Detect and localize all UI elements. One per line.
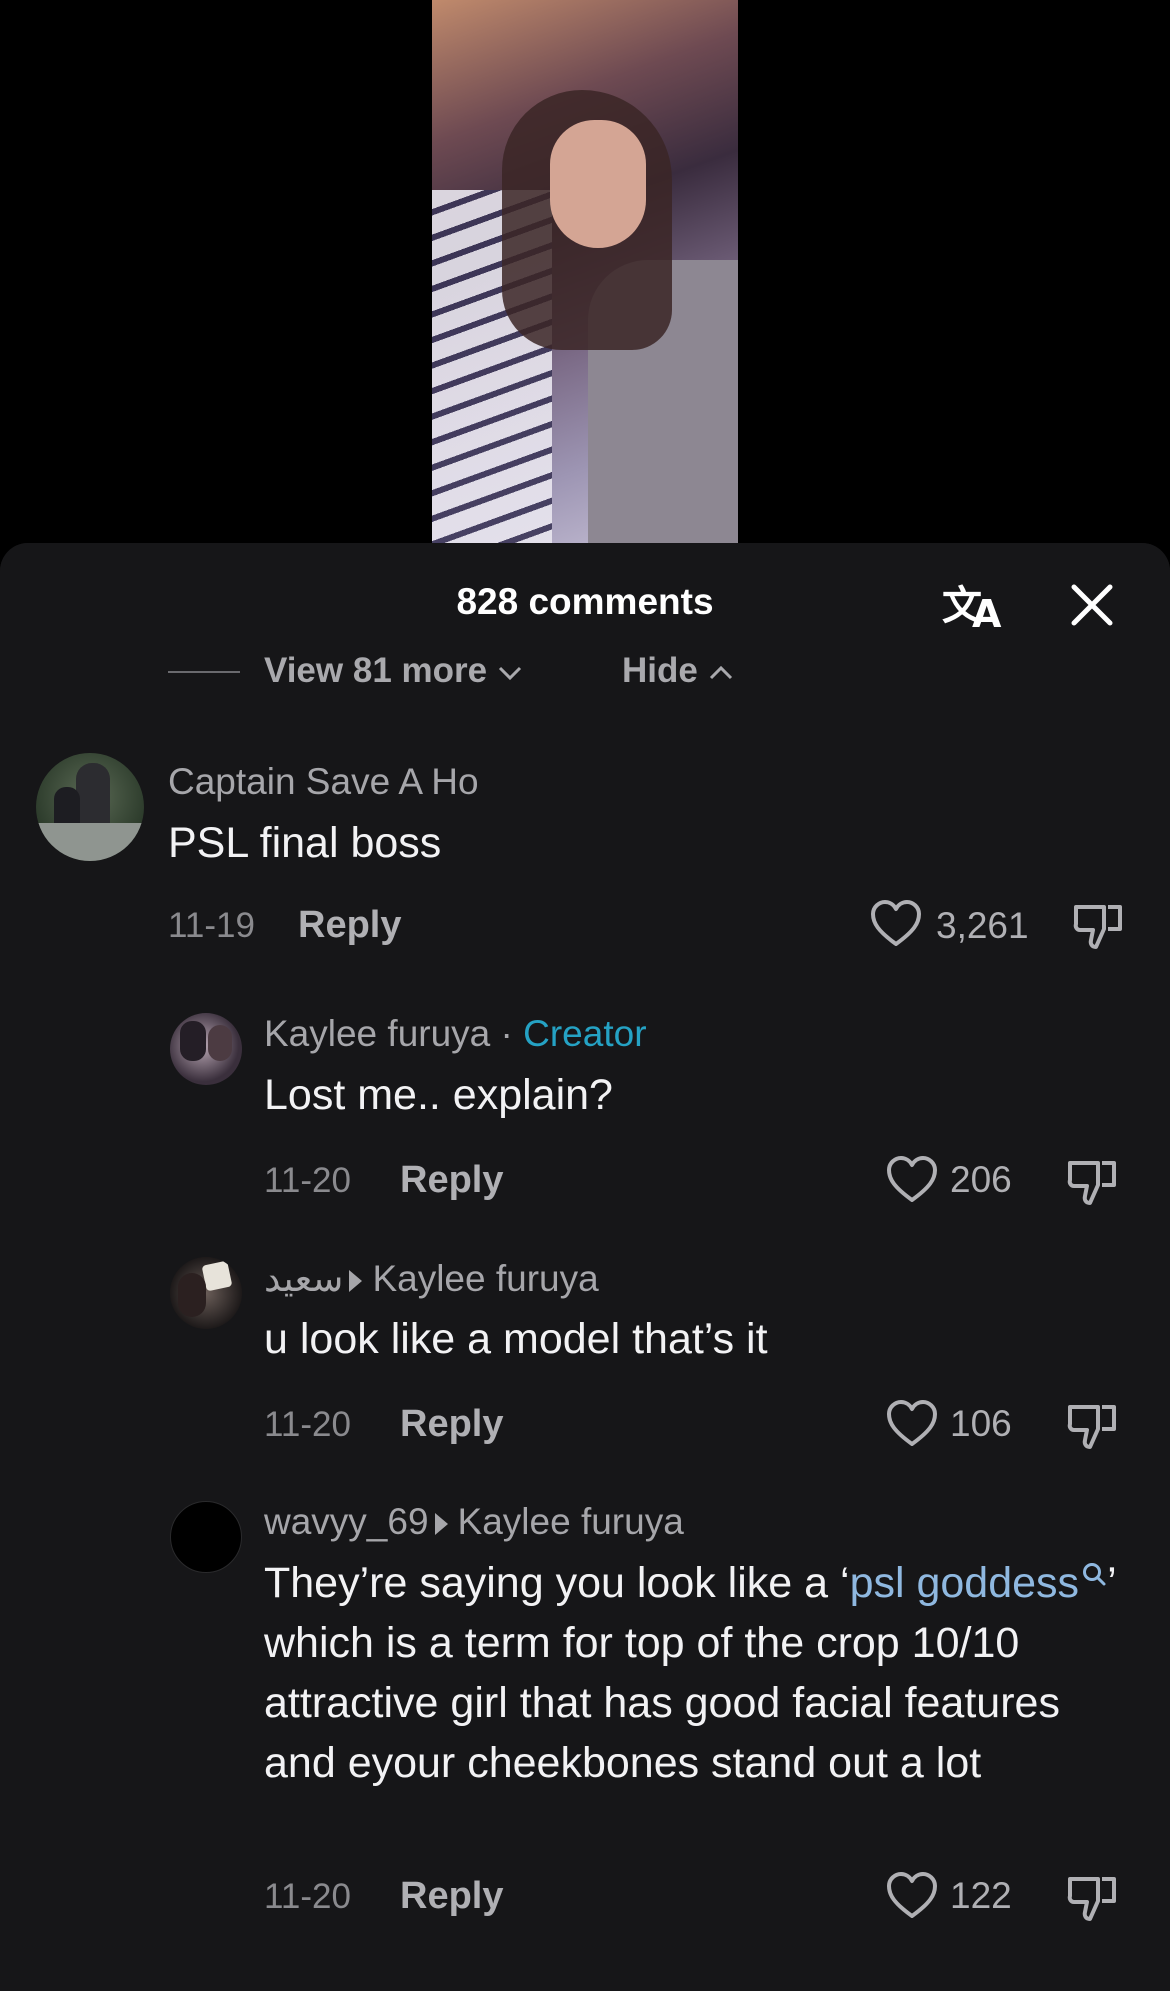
avatar[interactable] [170,1257,242,1329]
username-text: سعيد [264,1258,344,1299]
username-separator: · [490,1013,524,1054]
view-more-replies-button[interactable]: View 81 more [264,651,523,691]
search-icon [1081,1561,1107,1587]
reply-item: سعيد Kaylee furuya u look like a model th… [0,1257,1170,1449]
reply-item: wavyy_69 Kaylee furuya They’re saying you… [0,1501,1170,1961]
chevron-up-icon [708,664,734,682]
comment-date: 11-20 [264,1877,351,1916]
video-player[interactable] [0,0,1170,560]
reply-button[interactable]: Reply [400,1403,503,1446]
avatar[interactable] [170,1501,242,1573]
comment-username[interactable]: سعيد Kaylee furuya [264,1257,599,1300]
heart-icon[interactable] [886,1399,938,1449]
video-thumbnail[interactable] [432,0,738,543]
reply-button[interactable]: Reply [400,1159,503,1202]
reply-item: Kaylee furuya · Creator Lost me.. explai… [0,1013,1170,1205]
heart-icon[interactable] [886,1155,938,1205]
heart-icon[interactable] [870,899,922,949]
svg-text:A: A [972,592,1002,635]
avatar[interactable] [170,1013,242,1085]
like-count: 206 [950,1159,1012,1200]
reply-to-username[interactable]: Kaylee furuya [372,1258,598,1299]
comments-sheet: View 81 more Hide 828 comments 文 A Capta… [0,543,1170,1991]
comment-text: u look like a model that’s it [264,1315,768,1363]
dislike-icon[interactable] [1064,1155,1120,1209]
thread-line [168,671,240,673]
like-count: 106 [950,1403,1012,1444]
like-count: 3,261 [936,905,1029,946]
hide-label: Hide [622,651,698,690]
dislike-icon[interactable] [1064,1399,1120,1453]
dislike-icon[interactable] [1064,1871,1120,1925]
comment-date: 11-20 [264,1161,351,1200]
comment-text: They’re saying you look like a ‘psl godd… [264,1553,1124,1793]
comment-username[interactable]: Captain Save A Ho [168,761,479,803]
comment-date: 11-19 [168,906,255,945]
replies-toggle-row: View 81 more Hide [168,647,868,690]
reply-to-username[interactable]: Kaylee furuya [458,1501,684,1542]
reply-arrow-icon [434,1513,448,1536]
comment-username[interactable]: wavyy_69 Kaylee furuya [264,1501,684,1543]
hide-replies-button[interactable]: Hide [622,651,734,691]
comment-text: Lost me.. explain? [264,1071,613,1119]
chevron-down-icon [497,664,523,682]
comment-text-before: They’re saying you look like a ‘ [264,1559,850,1607]
view-more-label: View 81 more [264,651,488,690]
creator-badge: Creator [523,1013,647,1054]
reply-arrow-icon [349,1270,363,1293]
avatar[interactable] [36,753,144,861]
video-frame-face [550,120,646,248]
dislike-icon[interactable] [1070,899,1126,953]
like-count: 122 [950,1875,1012,1916]
username-text: wavyy_69 [264,1501,429,1542]
search-link[interactable]: psl goddess [850,1559,1108,1607]
search-link-text: psl goddess [849,1559,1080,1607]
comment-date: 11-20 [264,1405,351,1444]
translate-icon[interactable]: 文 A [938,573,1008,635]
username-text: Kaylee furuya [264,1013,491,1054]
reply-button[interactable]: Reply [400,1875,503,1918]
reply-button[interactable]: Reply [298,904,401,947]
comment-item: Captain Save A Ho PSL final boss 11-19 R… [0,753,1170,949]
comment-text: PSL final boss [168,819,442,867]
comment-username[interactable]: Kaylee furuya · Creator [264,1013,647,1055]
heart-icon[interactable] [886,1871,938,1921]
comments-header: 828 comments 文 A [0,543,1170,649]
close-icon[interactable] [1062,575,1122,635]
